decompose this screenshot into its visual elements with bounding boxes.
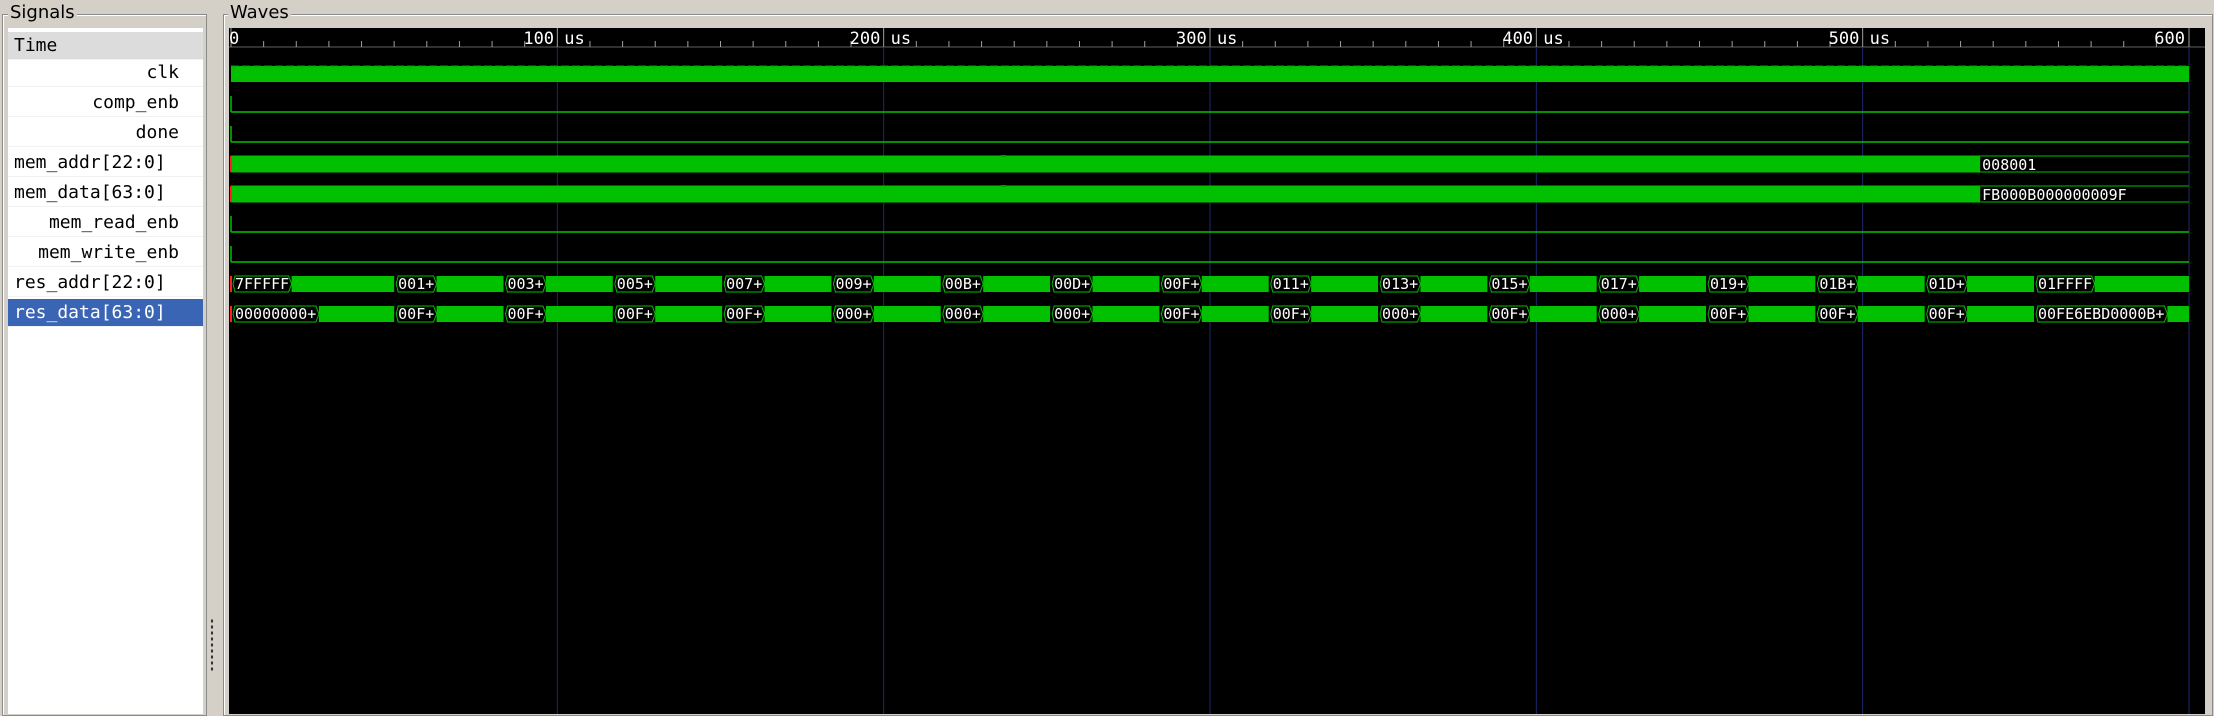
wave-clk-trace[interactable] [231,66,2189,82]
wave-mem-data-value[interactable]: FB000B000000009F [1982,186,2126,204]
signal-name-mem-data[interactable]: mem_data[63:0] [8,179,203,207]
wave-res-data-value[interactable]: 00F+ [1163,305,1199,323]
wave-res-data-fill [318,306,395,322]
ruler-label: 400 us [1502,29,1563,49]
wave-res-data-value[interactable]: 00F+ [398,305,434,323]
wave-res-addr-value[interactable]: 7FFFFF [235,275,289,293]
wave-res-data-value[interactable]: 00000000+ [235,305,316,323]
signals-list[interactable]: Time clk comp_enb done mem_addr[22:0] mem_da… [8,28,203,714]
wave-res-data-fill [983,306,1051,322]
wave-res-data-fill [545,306,613,322]
wave-res-data-value[interactable]: 000+ [835,305,871,323]
wave-res-data-value[interactable]: 000+ [1601,305,1637,323]
wave-res-data-fill [655,306,723,322]
wave-res-data-fill [1420,306,1488,322]
wave-res-addr-fill [1420,276,1488,292]
wave-res-addr-fill [436,276,504,292]
waves-canvas[interactable]: 0 100 us 200 us 300 us 400 us 500 us 600 008001… [229,28,2205,714]
wave-res-data-value[interactable]: 00F+ [617,305,653,323]
wave-res-addr-fill [1311,276,1379,292]
wave-res-addr-fill [764,276,832,292]
signal-name-mem-write-enb[interactable]: mem_write_enb [8,239,203,267]
wave-res-addr-fill [873,276,941,292]
time-header: Time [8,32,203,60]
wave-res-addr-value[interactable]: 001+ [398,275,434,293]
wave-res-data-value[interactable]: 00F+ [1710,305,1746,323]
ruler-label: 500 us [1829,29,1890,49]
wave-res-addr-fill [1857,276,1925,292]
wave-res-data-value[interactable]: 00F+ [1929,305,1965,323]
wave-res-addr-value[interactable]: 011+ [1273,275,1309,293]
wave-mem-addr-value[interactable]: 008001 [1982,156,2036,174]
waves-group-title: Waves [228,2,291,23]
wave-res-data-value[interactable]: 000+ [945,305,981,323]
wave-res-data-fill [1092,306,1160,322]
wave-res-addr-fill [1639,276,1707,292]
wave-res-addr-fill [1748,276,1816,292]
wave-res-addr-fill [2094,276,2189,292]
wave-res-addr-fill [1529,276,1597,292]
signal-name-mem-addr[interactable]: mem_addr[22:0] [8,149,203,177]
wave-res-data-value[interactable]: 00F+ [1273,305,1309,323]
wave-res-data-fill [764,306,832,322]
wave-res-data-fill [1967,306,2034,322]
wave-res-addr-value[interactable]: 007+ [726,275,762,293]
wave-res-addr-value[interactable]: 009+ [835,275,871,293]
wave-res-data-fill [2167,306,2189,322]
wave-res-addr-fill [1201,276,1269,292]
wave-res-addr-value[interactable]: 01D+ [1929,275,1965,293]
waves-svg[interactable]: 0 100 us 200 us 300 us 400 us 500 us 600 008001… [229,28,2205,714]
ruler-label: 600 [2154,29,2185,49]
wave-res-addr-fill [983,276,1051,292]
wave-res-addr-value[interactable]: 017+ [1601,275,1637,293]
ruler-label: 200 us [850,29,911,49]
ruler-label: 0 [229,29,239,49]
wave-res-data-value[interactable]: 00F+ [1819,305,1855,323]
wave-res-addr-value[interactable]: 019+ [1710,275,1746,293]
wave-res-data-fill [1857,306,1925,322]
wave-res-addr-value[interactable]: 00D+ [1054,275,1090,293]
wave-res-addr-value[interactable]: 00F+ [1163,275,1199,293]
wave-res-data-fill [1201,306,1269,322]
wave-res-addr-value[interactable]: 01B+ [1819,275,1855,293]
wave-res-addr-fill [655,276,723,292]
splitter-grip-icon[interactable] [210,618,214,672]
wave-res-data-value[interactable]: 00F+ [507,305,543,323]
wave-res-data-fill [1311,306,1379,322]
wave-mem-data-dense-fill[interactable] [231,186,1981,202]
wave-res-data-value[interactable]: 000+ [1382,305,1418,323]
wave-res-data-fill [873,306,941,322]
signal-name-res-data[interactable]: res_data[63:0] [8,299,203,327]
wave-res-data-value[interactable]: 00FE6EBD0000B+ [2038,305,2164,323]
wave-res-addr-value[interactable]: 00B+ [945,275,981,293]
wave-res-addr-value[interactable]: 003+ [507,275,543,293]
panel-splitter[interactable] [206,28,220,714]
wave-res-addr-value[interactable]: 015+ [1491,275,1527,293]
ruler-label: 300 us [1176,29,1237,49]
wave-res-addr-fill [291,276,395,292]
ruler-label: 100 us [523,29,584,49]
wave-res-data-value[interactable]: 00F+ [1491,305,1527,323]
signal-name-comp-enb[interactable]: comp_enb [8,89,203,117]
signal-name-clk[interactable]: clk [8,59,203,87]
wave-res-data-fill [436,306,504,322]
signal-name-mem-read-enb[interactable]: mem_read_enb [8,209,203,237]
wave-res-addr-value[interactable]: 01FFFF [2038,275,2092,293]
wave-res-addr-fill [1092,276,1160,292]
wave-res-data-value[interactable]: 000+ [1054,305,1090,323]
signal-name-done[interactable]: done [8,119,203,147]
wave-res-addr-fill [1967,276,2034,292]
wave-res-data-fill [1529,306,1597,322]
signals-group-title: Signals [8,2,77,23]
wave-mem-addr-dense-fill[interactable] [231,156,1981,172]
wave-res-data-fill [1748,306,1816,322]
wave-res-data-fill [1639,306,1707,322]
wave-res-addr-value[interactable]: 005+ [617,275,653,293]
wave-res-addr-value[interactable]: 013+ [1382,275,1418,293]
wave-res-addr-fill [545,276,613,292]
signal-name-res-addr[interactable]: res_addr[22:0] [8,269,203,297]
wave-res-data-value[interactable]: 00F+ [726,305,762,323]
